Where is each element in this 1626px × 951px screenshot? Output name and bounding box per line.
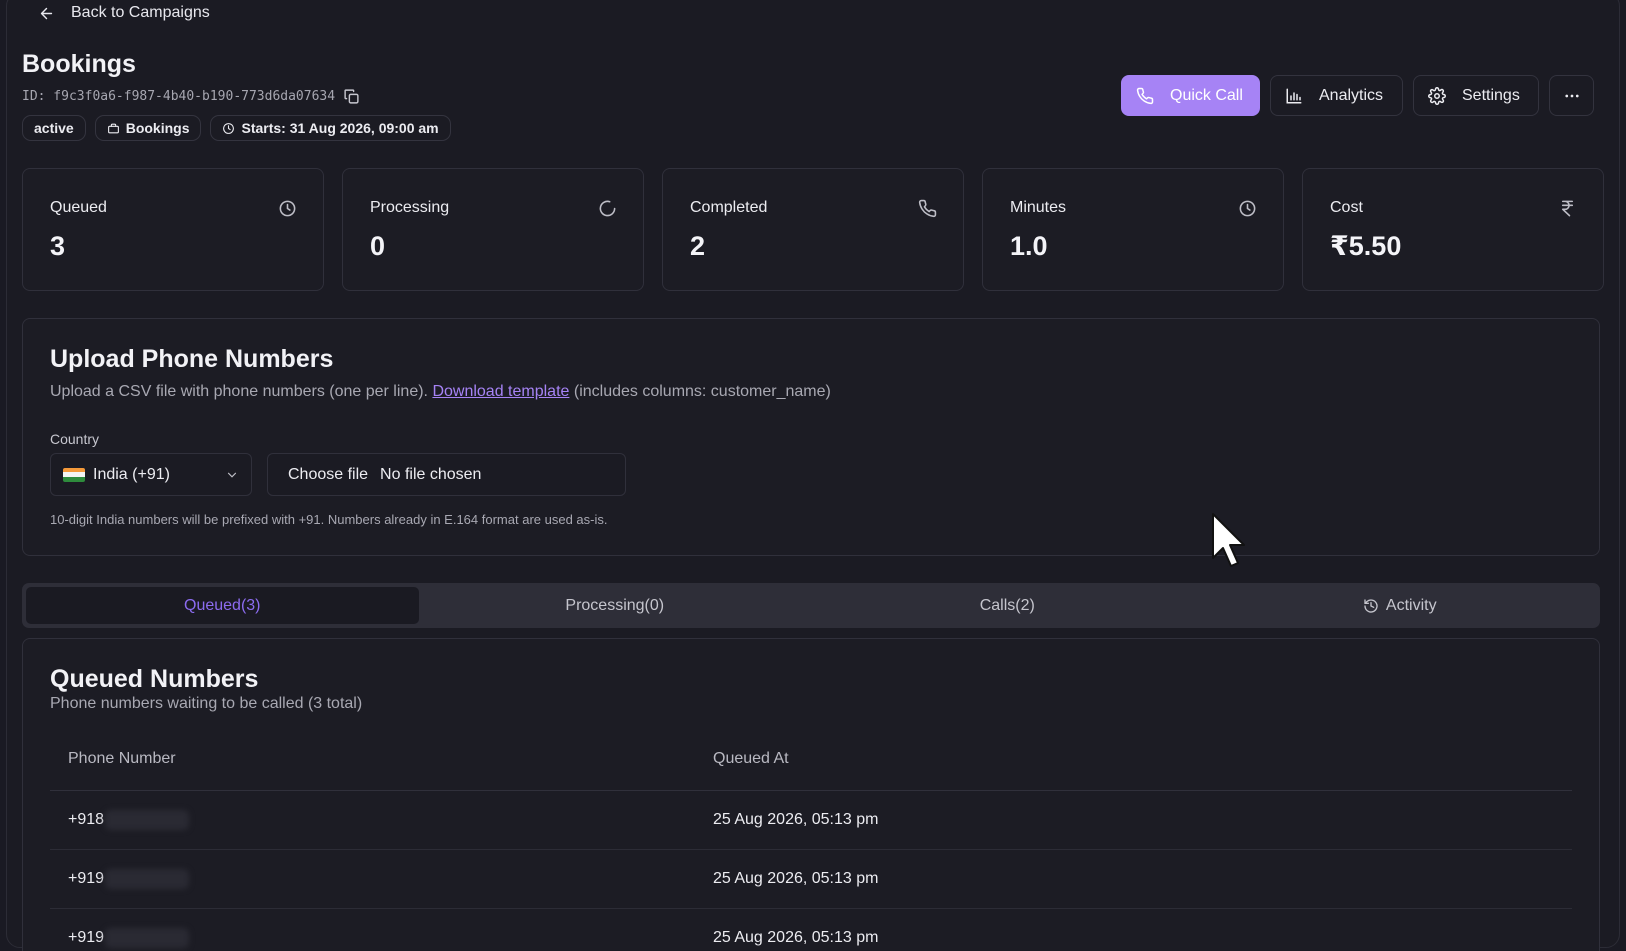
redacted-digits — [105, 927, 190, 948]
history-icon — [1364, 598, 1378, 613]
stat-card-completed: Completed 2 — [662, 168, 964, 291]
column-header-phone: Phone Number — [50, 729, 713, 791]
upload-title: Upload Phone Numbers — [50, 345, 334, 373]
arrow-left-icon — [40, 7, 53, 19]
tab-activity[interactable]: Activity — [1204, 587, 1597, 624]
upload-description: Upload a CSV file with phone numbers (on… — [50, 383, 831, 400]
stat-card-queued: Queued 3 — [22, 168, 324, 291]
phone-cell: +919 — [50, 908, 713, 951]
back-label: Back to Campaigns — [71, 4, 210, 21]
bar-chart-icon — [1286, 88, 1302, 103]
queued-numbers-card: Queued Numbers Phone numbers waiting to … — [22, 638, 1600, 951]
stat-value: 3 — [50, 231, 66, 261]
tab-calls[interactable]: Calls(2) — [811, 587, 1204, 624]
queued-at-cell: 25 Aug 2026, 05:13 pm — [713, 849, 1572, 909]
clock-icon — [223, 122, 235, 134]
mouse-cursor-icon — [1212, 513, 1245, 567]
redacted-digits — [105, 868, 190, 889]
stat-card-cost: Cost ₹5.50 — [1302, 168, 1604, 291]
redacted-digits — [105, 809, 190, 830]
stat-value: 1.0 — [1010, 231, 1048, 261]
tabs-bar: Queued(3) Processing(0) Calls(2) Activit… — [22, 583, 1600, 628]
tab-queued[interactable]: Queued(3) — [26, 587, 419, 624]
tab-processing[interactable]: Processing(0) — [419, 587, 812, 624]
queued-subtitle: Phone numbers waiting to be called (3 to… — [50, 695, 363, 712]
stat-value: ₹5.50 — [1330, 231, 1402, 261]
stat-label: Queued — [50, 199, 107, 216]
file-status: No file chosen — [380, 465, 482, 483]
stat-card-processing: Processing 0 — [342, 168, 644, 291]
stats-row: Queued 3 Processing 0 Completed 2 Minute… — [22, 168, 1604, 291]
type-badge: Bookings — [94, 115, 202, 141]
settings-button[interactable]: Settings — [1413, 75, 1539, 116]
campaign-id-text: ID: f9c3f0a6-f987-4b40-b190-773d6da07634 — [22, 89, 336, 104]
column-header-queued-at: Queued At — [713, 729, 1572, 791]
campaign-badges: active Bookings Starts: 31 Aug 2026, 09:… — [22, 115, 451, 141]
ellipsis-icon — [1564, 94, 1579, 97]
copy-icon[interactable] — [343, 88, 360, 105]
download-template-link[interactable]: Download template — [432, 383, 569, 400]
back-to-campaigns-link[interactable]: Back to Campaigns — [38, 2, 210, 24]
upload-card: Upload Phone Numbers Upload a CSV file w… — [22, 318, 1600, 556]
stat-label: Completed — [690, 199, 768, 216]
queued-table: Phone Number Queued At +918 25 Aug 2026,… — [50, 729, 1572, 951]
clock-icon — [279, 200, 296, 217]
table-header-row: Phone Number Queued At — [50, 729, 1572, 791]
quick-call-button[interactable]: Quick Call — [1121, 75, 1260, 116]
clock-icon — [1239, 200, 1256, 217]
stat-label: Processing — [370, 199, 450, 216]
country-label: Country — [50, 431, 100, 447]
chevron-down-icon — [227, 472, 237, 478]
table-row[interactable]: +918 25 Aug 2026, 05:13 pm — [50, 790, 1572, 850]
queued-at-cell: 25 Aug 2026, 05:13 pm — [713, 790, 1572, 850]
rupee-icon — [1561, 200, 1574, 217]
status-badge: active — [22, 115, 86, 141]
gear-icon — [1428, 86, 1446, 105]
phone-cell: +918 — [50, 790, 713, 850]
start-date-badge: Starts: 31 Aug 2026, 09:00 am — [210, 115, 451, 141]
header-actions: Quick Call Analytics Settings — [1121, 75, 1594, 116]
campaign-id: ID: f9c3f0a6-f987-4b40-b190-773d6da07634 — [22, 88, 360, 105]
stat-value: 0 — [370, 231, 386, 261]
table-row[interactable]: +919 25 Aug 2026, 05:13 pm — [50, 908, 1572, 951]
stat-label: Minutes — [1010, 199, 1067, 216]
refresh-icon — [599, 200, 616, 217]
analytics-button[interactable]: Analytics — [1270, 75, 1403, 116]
country-value: India (+91) — [93, 465, 170, 483]
queued-title: Queued Numbers — [50, 665, 259, 693]
india-flag-icon — [63, 467, 85, 482]
choose-file-button[interactable]: Choose file — [288, 466, 368, 484]
page-title: Bookings — [22, 50, 136, 78]
queued-at-cell: 25 Aug 2026, 05:13 pm — [713, 908, 1572, 951]
file-input[interactable]: Choose file No file chosen — [267, 453, 626, 496]
phone-icon — [1136, 87, 1154, 104]
stat-card-minutes: Minutes 1.0 — [982, 168, 1284, 291]
upload-hint: 10-digit India numbers will be prefixed … — [50, 512, 608, 527]
more-options-button[interactable] — [1549, 75, 1594, 116]
country-select[interactable]: India (+91) — [50, 453, 252, 496]
stat-value: 2 — [690, 231, 706, 261]
phone-icon — [918, 199, 937, 218]
briefcase-icon — [107, 123, 119, 133]
stat-label: Cost — [1330, 199, 1363, 216]
phone-cell: +919 — [50, 849, 713, 909]
table-row[interactable]: +919 25 Aug 2026, 05:13 pm — [50, 849, 1572, 909]
